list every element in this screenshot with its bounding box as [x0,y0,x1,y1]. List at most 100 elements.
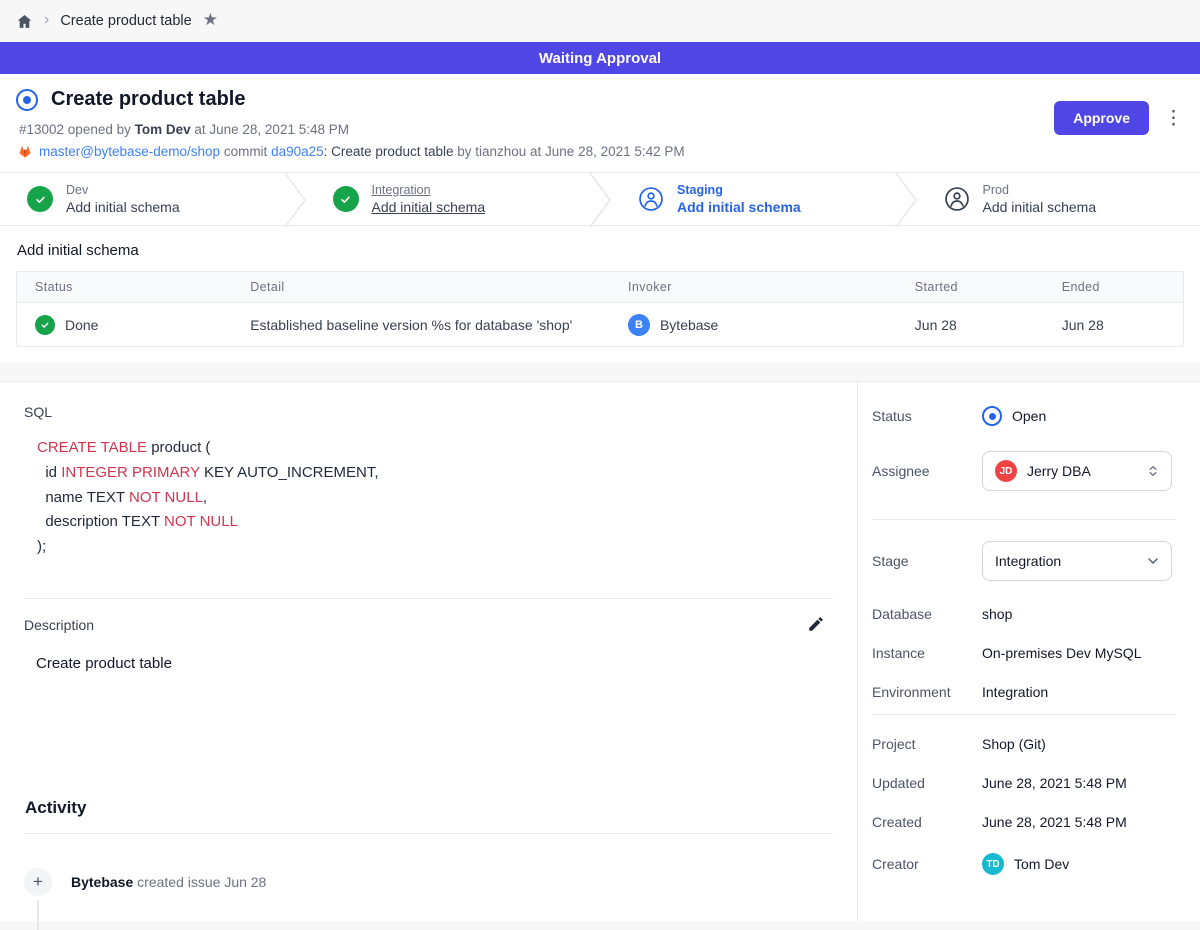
approve-button[interactable]: Approve [1054,101,1149,135]
task-invoker: Bytebase [660,317,718,333]
assignee-avatar: JD [995,460,1017,482]
vcs-commit-hash-link[interactable]: da90a25 [271,144,324,159]
status-open-icon [982,406,1002,426]
vcs-branch-link[interactable]: master@bytebase-demo/shop [39,144,220,159]
issue-meta: #13002 opened by Tom Dev at June 28, 202… [19,122,1184,137]
stage-integration[interactable]: Integration Add initial schema [306,173,590,225]
instance-value[interactable]: On-premises Dev MySQL [982,645,1141,661]
stage-pending-icon [944,186,970,212]
stage-row: Stage Integration [872,541,1176,581]
created-label: Created [872,814,982,830]
breadcrumb-separator-icon: › [44,11,49,29]
stage-dev[interactable]: Dev Add initial schema [0,173,284,225]
task-section-heading: Add initial schema [17,242,1184,259]
activity-heading: Activity [25,798,833,818]
chevron-down-icon [1145,553,1161,569]
creator-value: Tom Dev [1014,856,1069,872]
issue-author: Tom Dev [135,122,191,137]
issue-meta-prefix: #13002 opened by [19,122,135,137]
project-row: Project Shop (Git) [872,736,1176,752]
vcs-commit-message: Create product table [331,144,453,159]
stage-task-label: Add initial schema [372,198,486,216]
plus-icon: + [24,868,52,896]
stage-staging[interactable]: Staging Add initial schema [611,173,895,225]
more-menu-icon[interactable]: ⋮ [1164,109,1183,128]
activity-item: + Bytebase created issue Jun 28 [24,868,833,896]
description-text[interactable]: Create product table [36,655,833,672]
sql-token: , [203,489,207,506]
vcs-suffix: by tianzhou at June 28, 2021 5:42 PM [453,144,684,159]
stage-task-label: Add initial schema [66,198,180,216]
environment-value[interactable]: Integration [982,684,1048,700]
database-value[interactable]: shop [982,606,1012,622]
page-title: Create product table [51,88,245,111]
task-status: Done [65,317,98,333]
stage-separator [284,173,306,225]
edit-description-icon[interactable] [807,615,827,635]
updown-chevrons-icon [1145,463,1161,479]
sql-code-block: CREATE TABLE product ( id INTEGER PRIMAR… [37,436,833,560]
sql-token: product ( [147,439,210,456]
pipeline-stages: Dev Add initial schema Integration Add i… [0,172,1200,226]
divider [24,833,833,834]
home-icon[interactable] [16,13,33,30]
stage-label: Stage [872,553,982,569]
sql-token: CREATE TABLE [37,439,147,456]
stage-prod[interactable]: Prod Add initial schema [917,173,1200,225]
project-value[interactable]: Shop (Git) [982,736,1046,752]
waiting-approval-banner: Waiting Approval [0,42,1200,74]
assignee-value: Jerry DBA [1027,463,1091,479]
sql-token: name TEXT [37,489,129,506]
created-row: Created June 28, 2021 5:48 PM [872,814,1176,830]
col-detail: Detail [250,280,628,294]
sql-token: INTEGER PRIMARY [61,464,200,481]
instance-label: Instance [872,645,982,661]
main-column: SQL CREATE TABLE product ( id INTEGER PR… [0,382,858,921]
divider [872,519,1176,520]
task-detail: Established baseline version %s for data… [250,317,628,333]
activity-actor: Bytebase [71,874,133,890]
stage-pending-approval-icon [638,186,664,212]
activity-action: created issue Jun 28 [133,874,266,890]
creator-avatar: TD [982,853,1004,875]
stage-env-label: Prod [983,182,1097,198]
assignee-select[interactable]: JD Jerry DBA [982,451,1172,491]
stage-env-label: Dev [66,182,180,198]
creator-label: Creator [872,856,982,872]
sql-token: ); [37,538,46,555]
status-label: Status [872,408,982,424]
description-label: Description [24,617,94,633]
col-started: Started [915,280,1062,294]
sql-token: NOT NULL [129,489,203,506]
divider [24,598,833,599]
instance-row: Instance On-premises Dev MySQL [872,645,1176,661]
sql-token: NOT NULL [164,513,238,530]
sql-section-label: SQL [24,404,833,420]
star-icon[interactable]: ★ [203,10,218,30]
creator-row: Creator TD Tom Dev [872,853,1176,875]
sql-token: description TEXT [37,513,164,530]
task-started: Jun 28 [915,317,1062,333]
sql-token: KEY AUTO_INCREMENT, [200,464,379,481]
vcs-commit-word: commit [224,144,268,159]
stage-done-icon [333,186,359,212]
table-row[interactable]: Done Established baseline version %s for… [17,303,1183,346]
project-label: Project [872,736,982,752]
stage-value: Integration [995,553,1061,569]
task-table: Status Detail Invoker Started Ended Done… [16,271,1184,347]
status-row: Status Open [872,406,1176,426]
breadcrumb-current[interactable]: Create product table [60,13,191,29]
task-table-header: Status Detail Invoker Started Ended [17,272,1183,303]
banner-text: Waiting Approval [539,50,661,67]
col-invoker: Invoker [628,280,915,294]
gitlab-icon [17,144,33,159]
issue-sidebar: Status Open Assignee JD Jerry DBA Stage … [858,382,1200,921]
stage-separator [895,173,917,225]
divider [872,714,1176,715]
environment-label: Environment [872,684,982,700]
status-value: Open [1012,408,1046,424]
stage-select[interactable]: Integration [982,541,1172,581]
created-value: June 28, 2021 5:48 PM [982,814,1127,830]
sql-token: id [37,464,61,481]
bytebase-avatar: B [628,314,650,336]
